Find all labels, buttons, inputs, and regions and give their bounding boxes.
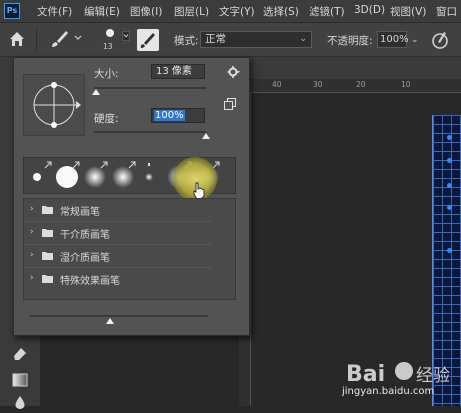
photoshop-logo: Ps [4, 3, 20, 19]
small-soft-brush-icon [145, 163, 153, 181]
brush-group-name: 湿介质画笔 [60, 253, 110, 264]
preset-hard-small[interactable] [26, 160, 53, 191]
hardness-input[interactable]: 100% [151, 108, 205, 123]
folder-icon [42, 206, 53, 214]
hardness-label: 硬度: [94, 113, 119, 125]
size-slider-thumb[interactable] [92, 89, 101, 95]
hardness-slider-thumb[interactable] [202, 133, 210, 139]
menu-layer[interactable]: 图层(L) [174, 4, 209, 19]
menu-bar: Ps 文件(F) 编辑(E) 图像(I) 图层(L) 文字(Y) 选择(S) 滤… [0, 0, 461, 23]
brush-group-row[interactable]: › 常规画笔 [24, 199, 212, 222]
brush-group-row[interactable]: › 特殊效果画笔 [24, 268, 212, 290]
chevron-right-icon[interactable]: › [30, 227, 34, 237]
brush-angle-icon [33, 82, 81, 128]
brush-group-name: 干介质画笔 [60, 230, 110, 241]
anchor-point [447, 183, 452, 188]
hardness-slider[interactable] [94, 131, 206, 133]
preset-hard-large[interactable] [54, 160, 81, 191]
menu-view[interactable]: 视图(V) [390, 4, 426, 19]
anchor-point [447, 248, 452, 253]
mode-value: 正常 [205, 33, 226, 45]
options-bar: 13 模式: 正常 ⌄ 不透明度: 100% ⌄ [0, 23, 461, 57]
divider [36, 28, 37, 51]
opacity-dropdown-icon[interactable]: ⌄ [411, 35, 419, 45]
hard-brush-large-icon [56, 161, 80, 188]
chevron-down-icon: ⌄ [299, 34, 307, 44]
anchor-point [447, 135, 452, 140]
hardness-value: 100% [154, 110, 185, 121]
eraser-icon[interactable] [10, 343, 30, 363]
chevron-right-icon[interactable]: › [30, 273, 34, 283]
gradient-icon[interactable] [10, 370, 30, 390]
preset-small-dot[interactable] [138, 160, 165, 191]
menu-file[interactable]: 文件(F) [37, 4, 72, 19]
ruler-number: 30 [313, 80, 323, 89]
brush-groups-list: › 常规画笔 › 干介质画笔 › 湿介质画笔 › 特殊效果画笔 [23, 198, 236, 300]
anchor-point [447, 158, 452, 163]
brush-angle-preview[interactable] [23, 74, 85, 136]
ruler-number: 10 [401, 80, 411, 89]
ruler-number: 40 [272, 80, 282, 89]
brush-size-value: 13 [103, 42, 113, 51]
horizontal-ruler: 40 30 20 10 [250, 79, 461, 93]
watermark-url: jingyan.baidu.com [342, 386, 435, 397]
opacity-label: 不透明度: [327, 35, 373, 47]
chevron-down-icon[interactable] [73, 33, 83, 43]
brush-group-name: 常规画笔 [60, 207, 100, 218]
hard-brush-small-icon [33, 161, 52, 181]
size-input[interactable]: 13 像素 [151, 64, 205, 79]
brush-settings-button[interactable] [137, 29, 159, 51]
anchor-point [447, 205, 452, 210]
brush-settings-icon [140, 33, 155, 48]
pressure-opacity-icon[interactable] [430, 30, 450, 50]
mode-label: 模式: [174, 35, 199, 47]
brush-preset-picker-panel: 大小: 13 像素 硬度: 100% › 常规画笔 › 干介质画笔 › 湿介质画… [13, 57, 250, 336]
home-icon[interactable] [8, 30, 26, 48]
menu-image[interactable]: 图像(I) [130, 4, 162, 19]
gear-icon[interactable] [227, 65, 241, 79]
svg-text:经验: 经验 [416, 366, 450, 386]
brush-group-row[interactable]: › 干介质画笔 [24, 222, 212, 245]
chevron-right-icon[interactable]: › [30, 204, 34, 214]
preview-size-slider-thumb[interactable] [106, 318, 115, 324]
folder-icon [42, 275, 53, 283]
menu-edit[interactable]: 编辑(E) [84, 4, 120, 19]
new-preset-icon[interactable] [224, 98, 236, 110]
soft-brush-icon [84, 161, 108, 188]
size-slider[interactable] [94, 87, 206, 89]
preview-size-slider[interactable] [30, 315, 208, 317]
blur-icon[interactable] [10, 393, 30, 413]
svg-text:Bai: Bai [346, 362, 385, 387]
chevron-right-icon[interactable]: › [30, 250, 34, 260]
brush-tip-icon [106, 29, 114, 37]
menu-select[interactable]: 选择(S) [263, 4, 299, 19]
menu-filter[interactable]: 滤镜(T) [309, 4, 345, 19]
menu-3d[interactable]: 3D(D) [354, 4, 385, 16]
preset-soft-medium[interactable] [82, 160, 109, 191]
brush-picker-dropdown-icon[interactable] [121, 31, 131, 41]
preset-soft-medium-2[interactable] [110, 160, 137, 191]
brush-group-row[interactable]: › 湿介质画笔 [24, 245, 212, 268]
soft-brush-icon [112, 161, 136, 188]
brush-group-name: 特殊效果画笔 [60, 276, 120, 287]
ruler-number: 20 [356, 80, 366, 89]
folder-icon [42, 229, 53, 237]
menu-window[interactable]: 窗口 [436, 4, 457, 19]
menu-type[interactable]: 文字(Y) [219, 4, 255, 19]
size-label: 大小: [94, 68, 119, 80]
opacity-input[interactable]: 100% [377, 31, 409, 48]
mode-select[interactable]: 正常 ⌄ [200, 31, 312, 48]
folder-icon [42, 252, 53, 260]
brush-tool-icon[interactable] [48, 29, 70, 49]
